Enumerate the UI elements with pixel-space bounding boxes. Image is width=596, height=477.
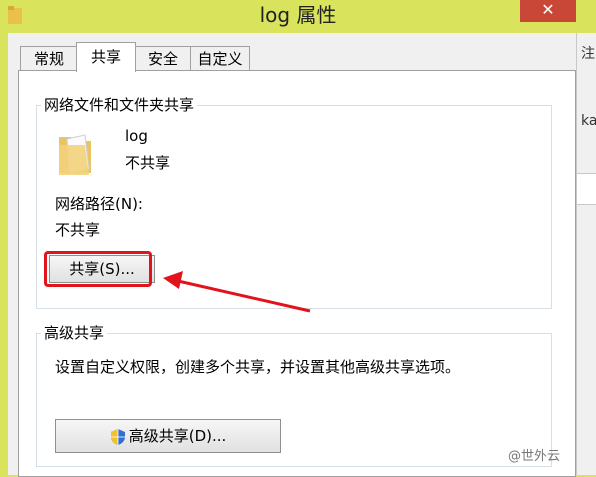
watermark: @世外云 [508,449,561,464]
red-arrow-annotation [163,271,311,313]
